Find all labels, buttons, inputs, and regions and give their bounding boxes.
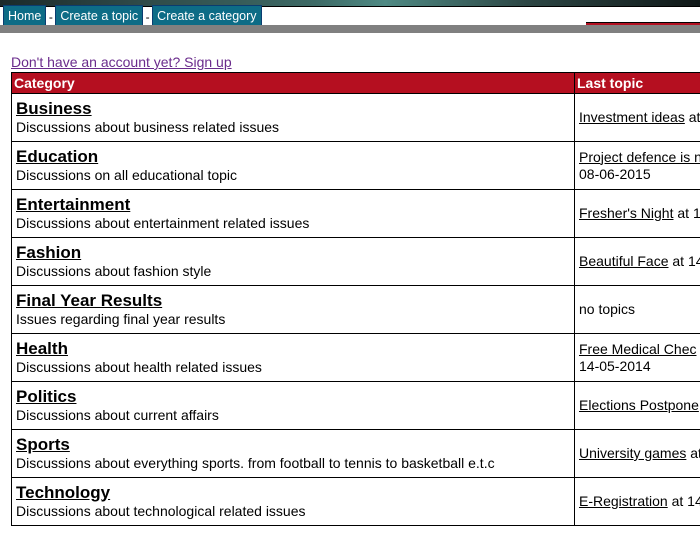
category-cell: Entertainment Discussions about entertain… [11,189,575,238]
table-row: Politics Discussions about current affair… [11,381,700,430]
last-topic-meta: no topics [579,301,636,317]
last-topic-cell: no topics [574,285,700,334]
category-name-link[interactable]: Education [16,147,570,166]
last-topic-meta: at 1 [673,205,700,221]
last-topic-date: 14-05-2014 [579,357,651,374]
category-column-header: Category [11,72,575,94]
last-topic-link[interactable]: Beautiful Face [579,253,669,269]
category-name-link[interactable]: Final Year Results [16,291,570,310]
table-row: Final Year Results Issues regarding final… [11,285,700,334]
last-topic-link[interactable]: E-Registration [579,493,668,509]
category-table: Category Last topic Business Discussions … [11,72,700,526]
last-topic-cell: University games at [574,429,700,478]
table-row: Technology Discussions about technologica… [11,477,700,526]
category-cell: Health Discussions about health related i… [11,333,575,382]
category-description: Discussions about health related issues [16,358,262,375]
last-topic-meta: at [690,445,700,461]
category-description: Discussions on all educational topic [16,166,238,183]
category-description: Discussions about entertainment related … [16,214,310,231]
category-name-link[interactable]: Politics [16,387,570,406]
table-header-row: Category Last topic [11,72,700,94]
table-row: Sports Discussions about everything sport… [11,429,700,478]
last-topic-meta: at 1 [688,109,700,125]
last-topic-date: 08-06-2015 [579,165,651,182]
table-row: Fashion Discussions about fashion style Be… [11,237,700,286]
last-topic-cell: Investment ideas at 1 [574,93,700,142]
category-name-link[interactable]: Fashion [16,243,570,262]
last-topic-link[interactable]: Investment ideas [579,109,685,125]
table-row: Business Discussions about business relat… [11,93,700,142]
main-menu: Home - Create a topic - Create a categor… [3,5,262,25]
last-topic-link[interactable]: University games [579,445,686,461]
category-name-link[interactable]: Sports [16,435,570,454]
table-row: Health Discussions about health related i… [11,333,700,382]
category-description: Discussions about fashion style [16,262,212,279]
last-topic-cell: Project defence is n 08-06-2015 [574,141,700,190]
last-topic-cell: Elections Postpone [574,381,700,430]
last-topic-meta: at 14 [667,493,700,509]
category-description: Discussions about technological related … [16,502,306,519]
category-description: Issues regarding final year results [16,310,226,327]
category-name-link[interactable]: Entertainment [16,195,570,214]
table-row: Entertainment Discussions about entertain… [11,189,700,238]
last-topic-link[interactable]: Project defence is n [579,149,700,165]
category-name-link[interactable]: Health [16,339,570,358]
last-topic-link[interactable]: Free Medical Chec [579,341,697,357]
category-cell: Education Discussions on all educational … [11,141,575,190]
category-name-link[interactable]: Technology [16,483,570,502]
category-cell: Business Discussions about business relat… [11,93,575,142]
menu-create-category-link[interactable]: Create a category [152,5,262,25]
last-topic-meta: at 14 [672,253,700,269]
category-cell: Sports Discussions about everything sport… [11,429,575,478]
category-description: Discussions about current affairs [16,406,219,423]
menu-home-link[interactable]: Home [3,5,47,25]
table-row: Education Discussions on all educational … [11,141,700,190]
category-name-link[interactable]: Business [16,99,570,118]
category-cell: Fashion Discussions about fashion style [11,237,575,286]
menu-bottom-bar [0,25,700,33]
last-topic-link[interactable]: Elections Postpone [579,397,699,413]
category-cell: Final Year Results Issues regarding final… [11,285,575,334]
last-topic-cell: Free Medical Chec 14-05-2014 [574,333,700,382]
menu-create-topic-link[interactable]: Create a topic [55,5,144,25]
category-cell: Technology Discussions about technologica… [11,477,575,526]
category-description: Discussions about business related issue… [16,118,280,135]
last-topic-link[interactable]: Fresher's Night [579,205,673,221]
last-topic-cell: Fresher's Night at 1 [574,189,700,238]
last-topic-cell: E-Registration at 14 [574,477,700,526]
last-topic-column-header: Last topic [574,72,700,94]
category-cell: Politics Discussions about current affair… [11,381,575,430]
last-topic-cell: Beautiful Face at 14 [574,237,700,286]
category-description: Discussions about everything sports. fro… [16,454,495,471]
signup-link[interactable]: Don't have an account yet? Sign up [11,54,232,70]
